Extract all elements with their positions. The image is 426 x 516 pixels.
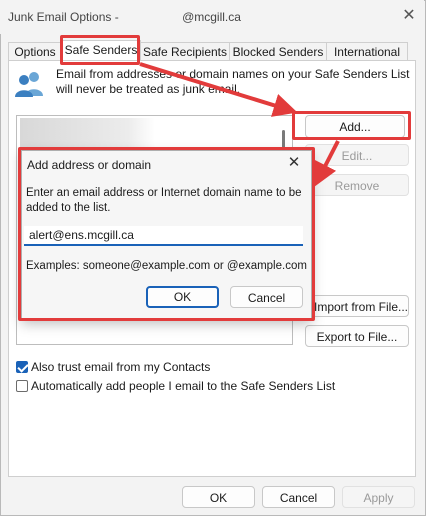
annotation-box-dialog	[18, 147, 315, 321]
tab-options[interactable]: Options	[8, 42, 62, 61]
people-icon	[14, 70, 46, 98]
list-scrollbar[interactable]	[282, 130, 285, 148]
tab-blocked-senders[interactable]: Blocked Senders	[229, 42, 327, 61]
trust-contacts-label: Also trust email from my Contacts	[31, 360, 211, 374]
annotation-box-safe-senders-tab	[60, 35, 140, 65]
window-title: Junk Email Options - @mcgill.ca	[8, 10, 241, 24]
tab-international[interactable]: International	[326, 42, 408, 61]
import-from-file-button[interactable]: Import from File...	[305, 295, 409, 317]
window-title-email: @mcgill.ca	[182, 10, 241, 24]
export-to-file-button[interactable]: Export to File...	[305, 325, 409, 347]
auto-add-checkbox[interactable]	[16, 380, 28, 392]
tab-safe-recipients[interactable]: Safe Recipients	[140, 42, 230, 61]
trust-contacts-checkbox[interactable]	[16, 361, 28, 373]
import-label: Import from File...	[314, 300, 409, 314]
cancel-button[interactable]: Cancel	[262, 486, 335, 508]
close-icon[interactable]: ✕	[400, 7, 418, 25]
ok-button[interactable]: OK	[182, 486, 255, 508]
edit-button[interactable]: Edit...	[305, 144, 409, 166]
apply-button[interactable]: Apply	[342, 486, 415, 508]
window-title-text: Junk Email Options -	[8, 10, 119, 24]
safe-senders-description: Email from addresses or domain names on …	[56, 67, 410, 96]
remove-button[interactable]: Remove	[305, 174, 409, 196]
auto-add-label: Automatically add people I email to the …	[31, 379, 336, 393]
annotation-box-add-button	[292, 111, 411, 140]
